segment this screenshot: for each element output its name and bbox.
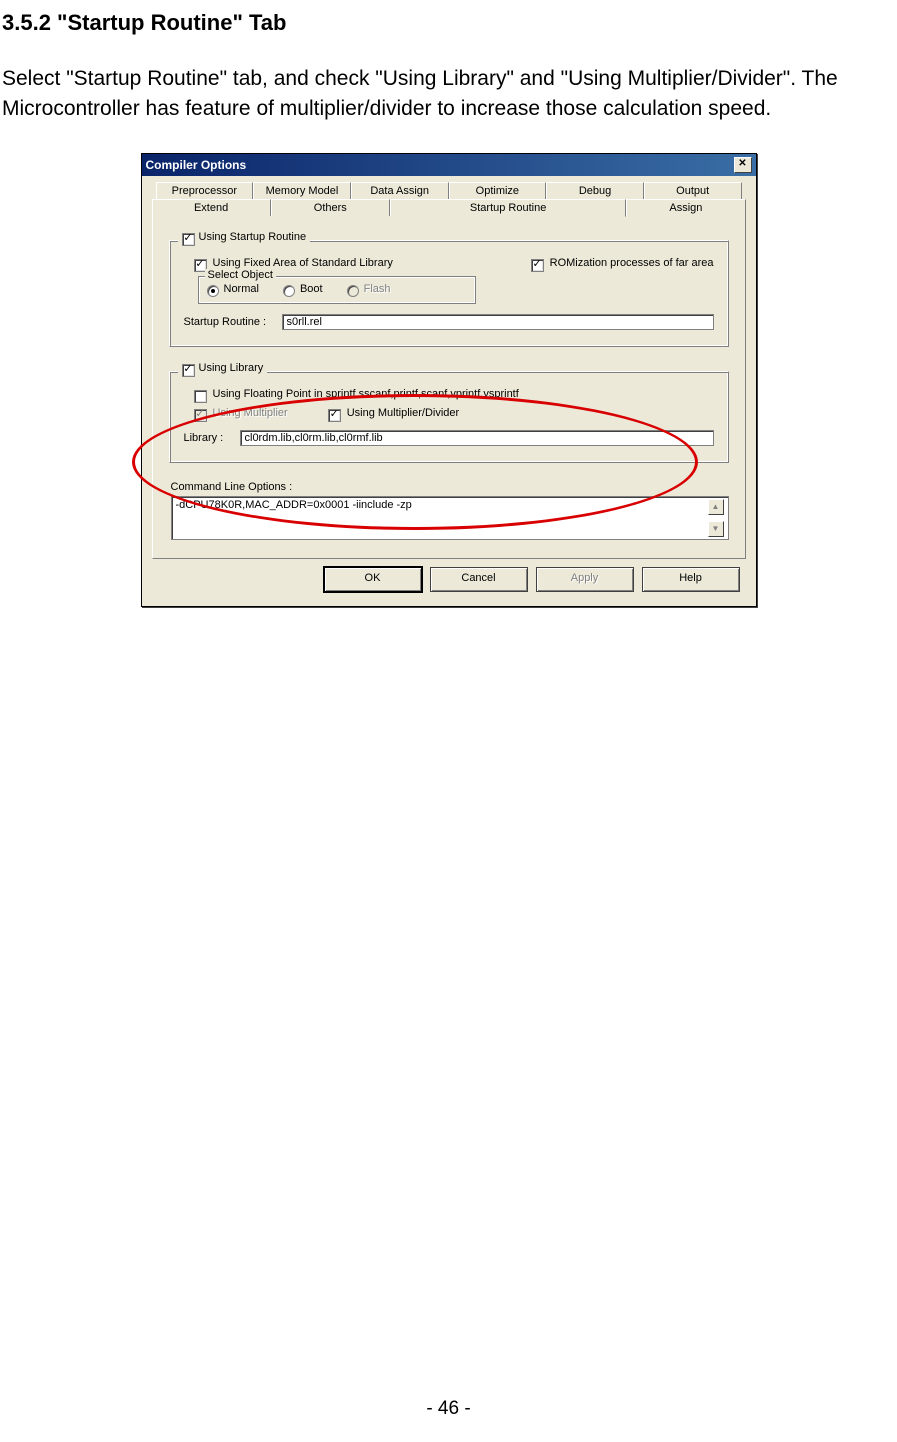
group-select-object: Select Object Normal Boot bbox=[198, 276, 476, 304]
ok-button[interactable]: OK bbox=[324, 567, 422, 592]
tab-panel: Using Startup Routine Using Fixed Area o… bbox=[152, 215, 746, 559]
label-command-line: Command Line Options : bbox=[171, 481, 729, 493]
label-radio-normal: Normal bbox=[224, 283, 259, 295]
help-button[interactable]: Help bbox=[642, 567, 740, 592]
textarea-command-line-content: -dCPU78K0R,MAC_ADDR=0x0001 -iinclude -zp bbox=[176, 499, 708, 537]
tabstrip: Preprocessor Memory Model Data Assign Op… bbox=[152, 182, 746, 559]
label-using-startup-routine: Using Startup Routine bbox=[199, 231, 307, 243]
section-heading: 3.5.2 "Startup Routine" Tab bbox=[2, 10, 897, 36]
label-select-object: Select Object bbox=[205, 269, 276, 281]
tab-optimize[interactable]: Optimize bbox=[449, 182, 547, 199]
radio-flash bbox=[347, 285, 359, 297]
label-radio-flash: Flash bbox=[364, 283, 391, 295]
radio-normal[interactable] bbox=[207, 285, 219, 297]
checkbox-using-multiplier-divider[interactable] bbox=[328, 409, 341, 422]
titlebar: Compiler Options ✕ bbox=[142, 154, 756, 176]
checkbox-using-multiplier bbox=[194, 409, 207, 422]
label-floating-point: Using Floating Point in sprintf,sscanf,p… bbox=[213, 388, 519, 400]
compiler-options-dialog: Compiler Options ✕ Preprocessor Memory M… bbox=[141, 153, 757, 607]
close-button[interactable]: ✕ bbox=[734, 157, 752, 173]
tab-startup-routine[interactable]: Startup Routine bbox=[390, 199, 626, 217]
tab-output[interactable]: Output bbox=[644, 182, 742, 199]
body-paragraph: Select "Startup Routine" tab, and check … bbox=[2, 64, 897, 125]
label-radio-boot: Boot bbox=[300, 283, 323, 295]
radio-boot[interactable] bbox=[283, 285, 295, 297]
tab-assign[interactable]: Assign bbox=[626, 199, 745, 216]
tab-data-assign[interactable]: Data Assign bbox=[351, 182, 449, 199]
apply-button: Apply bbox=[536, 567, 634, 592]
label-startup-routine-field: Startup Routine : bbox=[184, 316, 276, 328]
label-romization: ROMization processes of far area bbox=[550, 257, 714, 269]
tab-preprocessor[interactable]: Preprocessor bbox=[156, 182, 254, 199]
checkbox-using-library[interactable] bbox=[182, 364, 195, 377]
checkbox-using-startup-routine[interactable] bbox=[182, 233, 195, 246]
tab-extend[interactable]: Extend bbox=[152, 199, 271, 216]
cancel-button[interactable]: Cancel bbox=[430, 567, 528, 592]
label-using-multiplier-divider: Using Multiplier/Divider bbox=[347, 407, 459, 419]
scroll-up-button[interactable]: ▲ bbox=[708, 499, 724, 515]
checkbox-romization[interactable] bbox=[531, 259, 544, 272]
page-number: - 46 - bbox=[0, 1398, 897, 1420]
tab-debug[interactable]: Debug bbox=[546, 182, 644, 199]
textarea-command-line[interactable]: -dCPU78K0R,MAC_ADDR=0x0001 -iinclude -zp… bbox=[171, 496, 729, 540]
dialog-title: Compiler Options bbox=[146, 158, 247, 172]
scroll-down-button[interactable]: ▼ bbox=[708, 521, 724, 537]
label-library-field: Library : bbox=[184, 432, 234, 444]
group-using-library: Using Library Using Floating Point in sp… bbox=[169, 371, 729, 463]
label-using-library: Using Library bbox=[199, 362, 264, 374]
input-startup-routine[interactable]: s0rll.rel bbox=[282, 314, 714, 330]
tab-memory-model[interactable]: Memory Model bbox=[253, 182, 351, 199]
label-fixed-area: Using Fixed Area of Standard Library bbox=[213, 257, 393, 269]
tab-others[interactable]: Others bbox=[271, 199, 390, 216]
input-library[interactable]: cl0rdm.lib,cl0rm.lib,cl0rmf.lib bbox=[240, 430, 714, 446]
checkbox-floating-point[interactable] bbox=[194, 390, 207, 403]
group-using-startup-routine: Using Startup Routine Using Fixed Area o… bbox=[169, 240, 729, 347]
label-using-multiplier: Using Multiplier bbox=[213, 407, 288, 419]
